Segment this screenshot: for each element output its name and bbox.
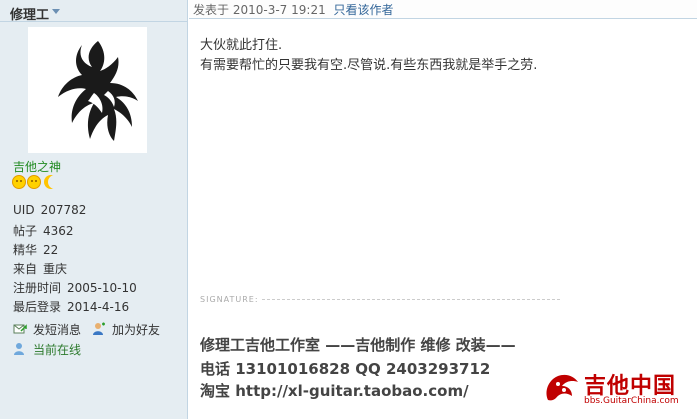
stat-registered: 注册时间 2005-10-10 <box>13 279 137 296</box>
stat-value: 2014-4-16 <box>67 300 130 314</box>
stat-label: 精华 <box>13 243 38 257</box>
level-icons <box>12 175 62 191</box>
stat-label: 最后登录 <box>13 300 62 314</box>
stat-digest: 精华 22 <box>13 241 58 258</box>
author-sidebar: 修理工 吉他之神 UID 207782 帖子 4362 精华 22 来自 重庆 注册时间… <box>0 0 188 419</box>
message-icon <box>13 324 27 334</box>
stat-label: 注册时间 <box>13 281 62 295</box>
stat-location: 来自 重庆 <box>13 260 67 277</box>
stat-value[interactable]: 4362 <box>43 224 74 238</box>
site-watermark: 吉他中国 bbs.GuitarChina.com <box>540 366 692 410</box>
post-meta: 发表于 2010-3-7 19:21 只看该作者 <box>193 1 394 18</box>
stat-value[interactable]: 207782 <box>41 203 87 217</box>
signature-label: SIGNATURE: <box>200 295 259 304</box>
signature-line-1: 修理工吉他工作室 ——吉他制作 维修 改装—— <box>200 336 516 354</box>
author-name[interactable]: 修理工 <box>10 4 49 23</box>
posted-prefix: 发表于 <box>193 3 230 17</box>
signature-line-3[interactable]: 淘宝 http://xl-guitar.taobao.com/ <box>200 380 469 401</box>
tribal-flame-avatar-image <box>58 41 138 141</box>
online-status-label: 当前在线 <box>33 343 82 357</box>
posted-time: 2010-3-7 19:21 <box>232 3 326 17</box>
add-friend-icon <box>93 322 105 335</box>
add-friend-label: 加为好友 <box>112 323 161 337</box>
stat-posts: 帖子 4362 <box>13 222 74 239</box>
author-name-row: 修理工 <box>0 0 188 23</box>
sun-icon <box>27 175 41 189</box>
guitar-headstock-icon <box>546 374 578 401</box>
online-status: 当前在线 <box>13 341 81 358</box>
signature-line-2: 电话 13101016828 QQ 2403293712 <box>200 360 491 378</box>
stat-value[interactable]: 22 <box>43 243 58 257</box>
send-message-button[interactable]: 发短消息 <box>13 321 81 338</box>
post-line: 有需要帮忙的只要我有空.尽管说.有些东西我就是举手之劳. <box>200 58 538 73</box>
stat-label: 来自 <box>13 262 38 276</box>
add-friend-button[interactable]: 加为好友 <box>92 321 160 338</box>
stat-last-login: 最后登录 2014-4-16 <box>13 298 129 315</box>
chevron-down-icon[interactable] <box>52 9 60 14</box>
stat-label: UID <box>13 203 35 217</box>
user-online-icon <box>14 343 24 355</box>
post-header: 发表于 2010-3-7 19:21 只看该作者 <box>189 0 697 19</box>
watermark-url: bbs.GuitarChina.com <box>584 396 679 406</box>
post-body: 大伙就此打住. 有需要帮忙的只要我有空.尽管说.有些东西我就是举手之劳. <box>200 36 537 76</box>
sun-icon <box>12 175 26 189</box>
stat-value: 重庆 <box>43 262 68 276</box>
send-message-label: 发短消息 <box>33 323 82 337</box>
moon-icon <box>48 175 62 189</box>
signature-divider <box>262 299 560 300</box>
stat-value: 2005-10-10 <box>67 281 137 295</box>
post-line: 大伙就此打住. <box>200 38 283 53</box>
only-author-link[interactable]: 只看该作者 <box>334 3 394 17</box>
user-rank: 吉他之神 <box>13 160 62 174</box>
avatar[interactable] <box>28 27 147 153</box>
stat-label: 帖子 <box>13 224 38 238</box>
stat-uid: UID 207782 <box>13 203 86 217</box>
